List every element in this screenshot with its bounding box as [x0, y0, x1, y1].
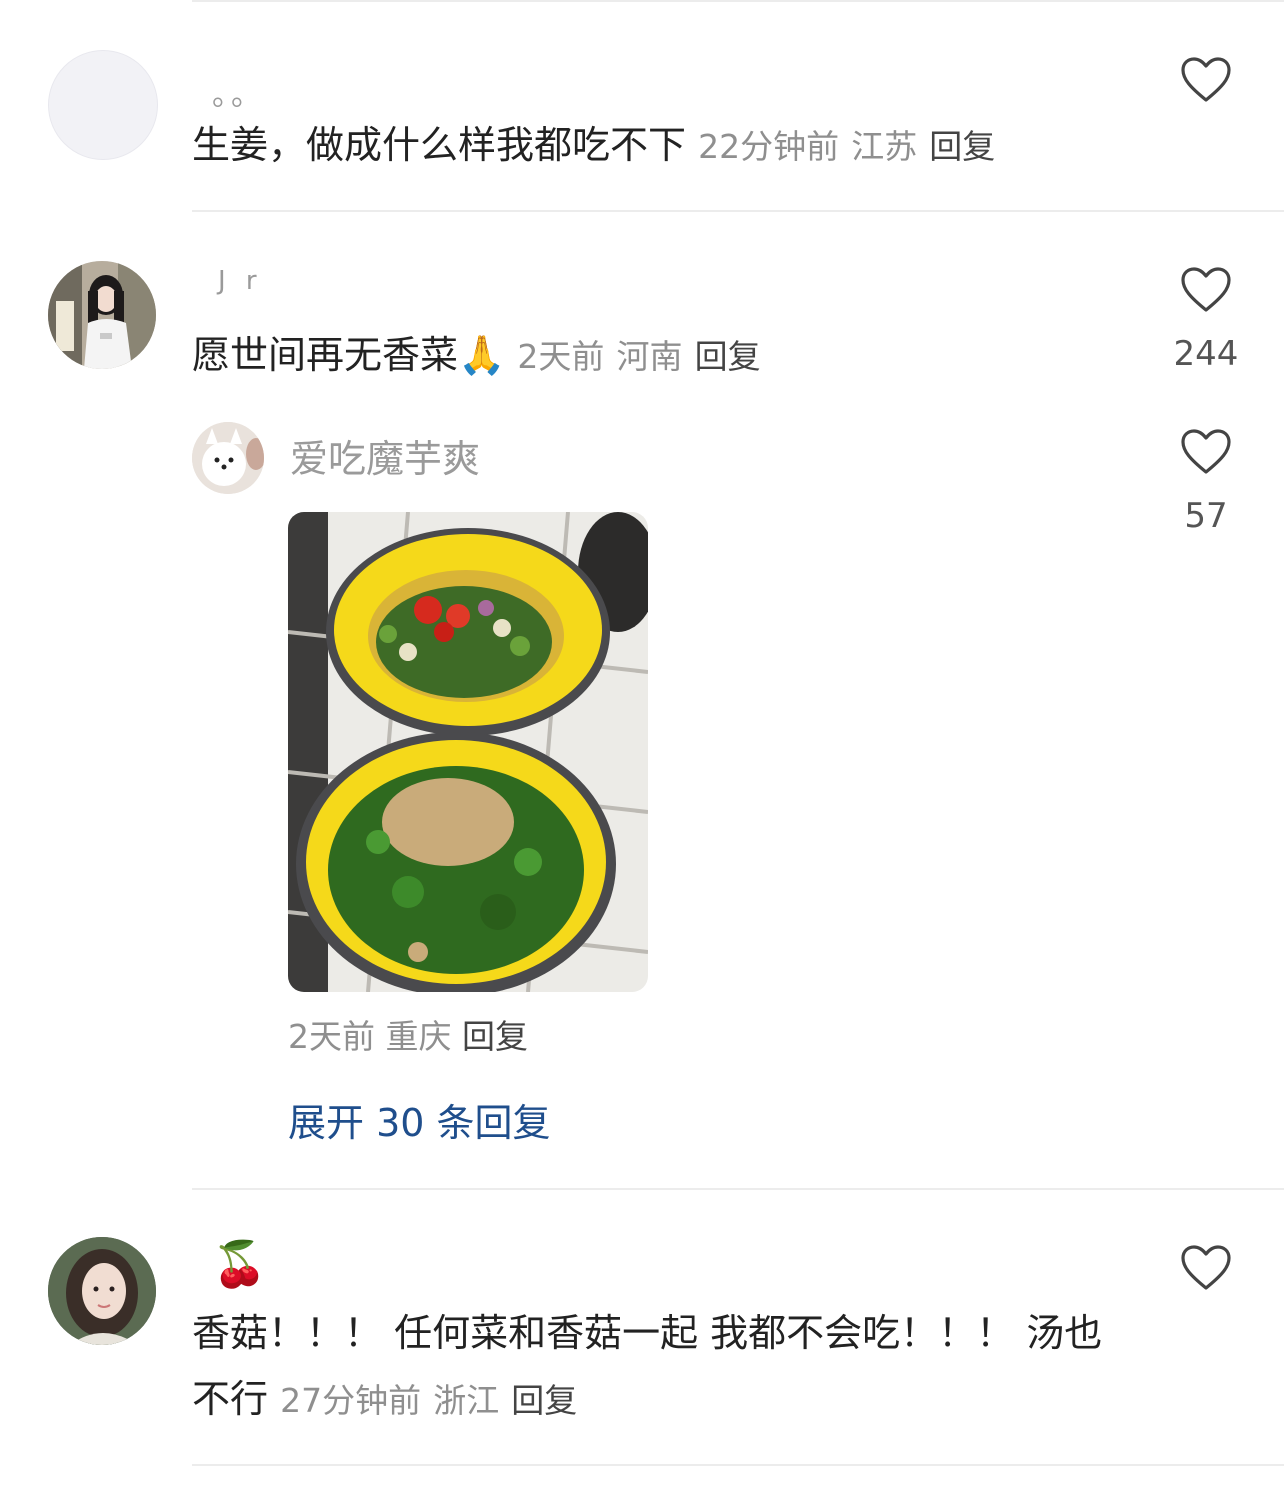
comment-3-text-line1: 香菇！！！ 任何菜和香菇一起 我都不会吃！！！ 汤也: [192, 1311, 1103, 1355]
comment-2-text: 愿世间再无香菜🙏: [192, 333, 506, 377]
expand-replies-link[interactable]: 展开 30 条回复: [288, 1092, 551, 1147]
comment-1-reply-button[interactable]: 回复: [929, 127, 995, 166]
heart-icon[interactable]: [1180, 428, 1232, 476]
comment-3-location: 浙江: [433, 1381, 500, 1420]
comment-2-location: 河南: [616, 337, 683, 376]
like-count: 244: [1173, 334, 1239, 374]
username-comment-1[interactable]: 。。: [212, 70, 265, 114]
like-count: 57: [1184, 496, 1228, 536]
comment-1-time: 22分钟前: [698, 127, 840, 166]
comment-1-body: 生姜，做成什么样我都吃不下 22分钟前 江苏 回复: [192, 112, 995, 180]
username-comment-2[interactable]: J r: [218, 266, 263, 296]
sub-reply-reply-button[interactable]: 回复: [462, 1017, 528, 1056]
avatar-comment-3[interactable]: [48, 1237, 156, 1345]
comment-2-body: 愿世间再无香菜🙏 2天前 河南 回复: [192, 322, 761, 390]
sub-reply-location: 重庆: [385, 1017, 452, 1056]
heart-icon[interactable]: [1180, 266, 1232, 314]
divider-3: [192, 1464, 1284, 1466]
sub-reply-time: 2天前: [288, 1017, 375, 1056]
comment-1-text: 生姜，做成什么样我都吃不下: [192, 123, 687, 167]
sub-reply-meta: 2天前 重庆 回复: [288, 1010, 528, 1058]
comment-1-location: 江苏: [851, 127, 918, 166]
reply-image[interactable]: [288, 512, 648, 992]
username-comment-3[interactable]: 🍒: [212, 1238, 267, 1290]
username-sub-reply[interactable]: 爱吃魔芋爽: [290, 428, 480, 483]
comment-2-reply-button[interactable]: 回复: [695, 337, 761, 376]
divider-top: [192, 0, 1284, 2]
heart-icon[interactable]: [1180, 1244, 1232, 1292]
divider-1: [192, 210, 1284, 212]
girl-photo-avatar-icon: [48, 261, 156, 369]
avatar-comment-1[interactable]: [48, 50, 158, 160]
comment-2-time: 2天前: [517, 337, 605, 376]
avatar-sub-reply[interactable]: [192, 422, 264, 494]
divider-2: [192, 1188, 1284, 1190]
comment-3-text-line2: 不行: [192, 1377, 269, 1421]
bowls-of-chopped-herbs-photo-icon: [288, 512, 648, 992]
comment-3-reply-button[interactable]: 回复: [511, 1381, 577, 1420]
heart-icon[interactable]: [1180, 56, 1232, 104]
comment-3-body-line2: 不行 27分钟前 浙江 回复: [192, 1366, 577, 1434]
dog-photo-avatar-icon: [192, 422, 264, 494]
comment-3-time: 27分钟前: [280, 1381, 422, 1420]
girl-portrait-avatar-icon: [48, 1237, 156, 1345]
avatar-comment-2[interactable]: [48, 261, 156, 369]
